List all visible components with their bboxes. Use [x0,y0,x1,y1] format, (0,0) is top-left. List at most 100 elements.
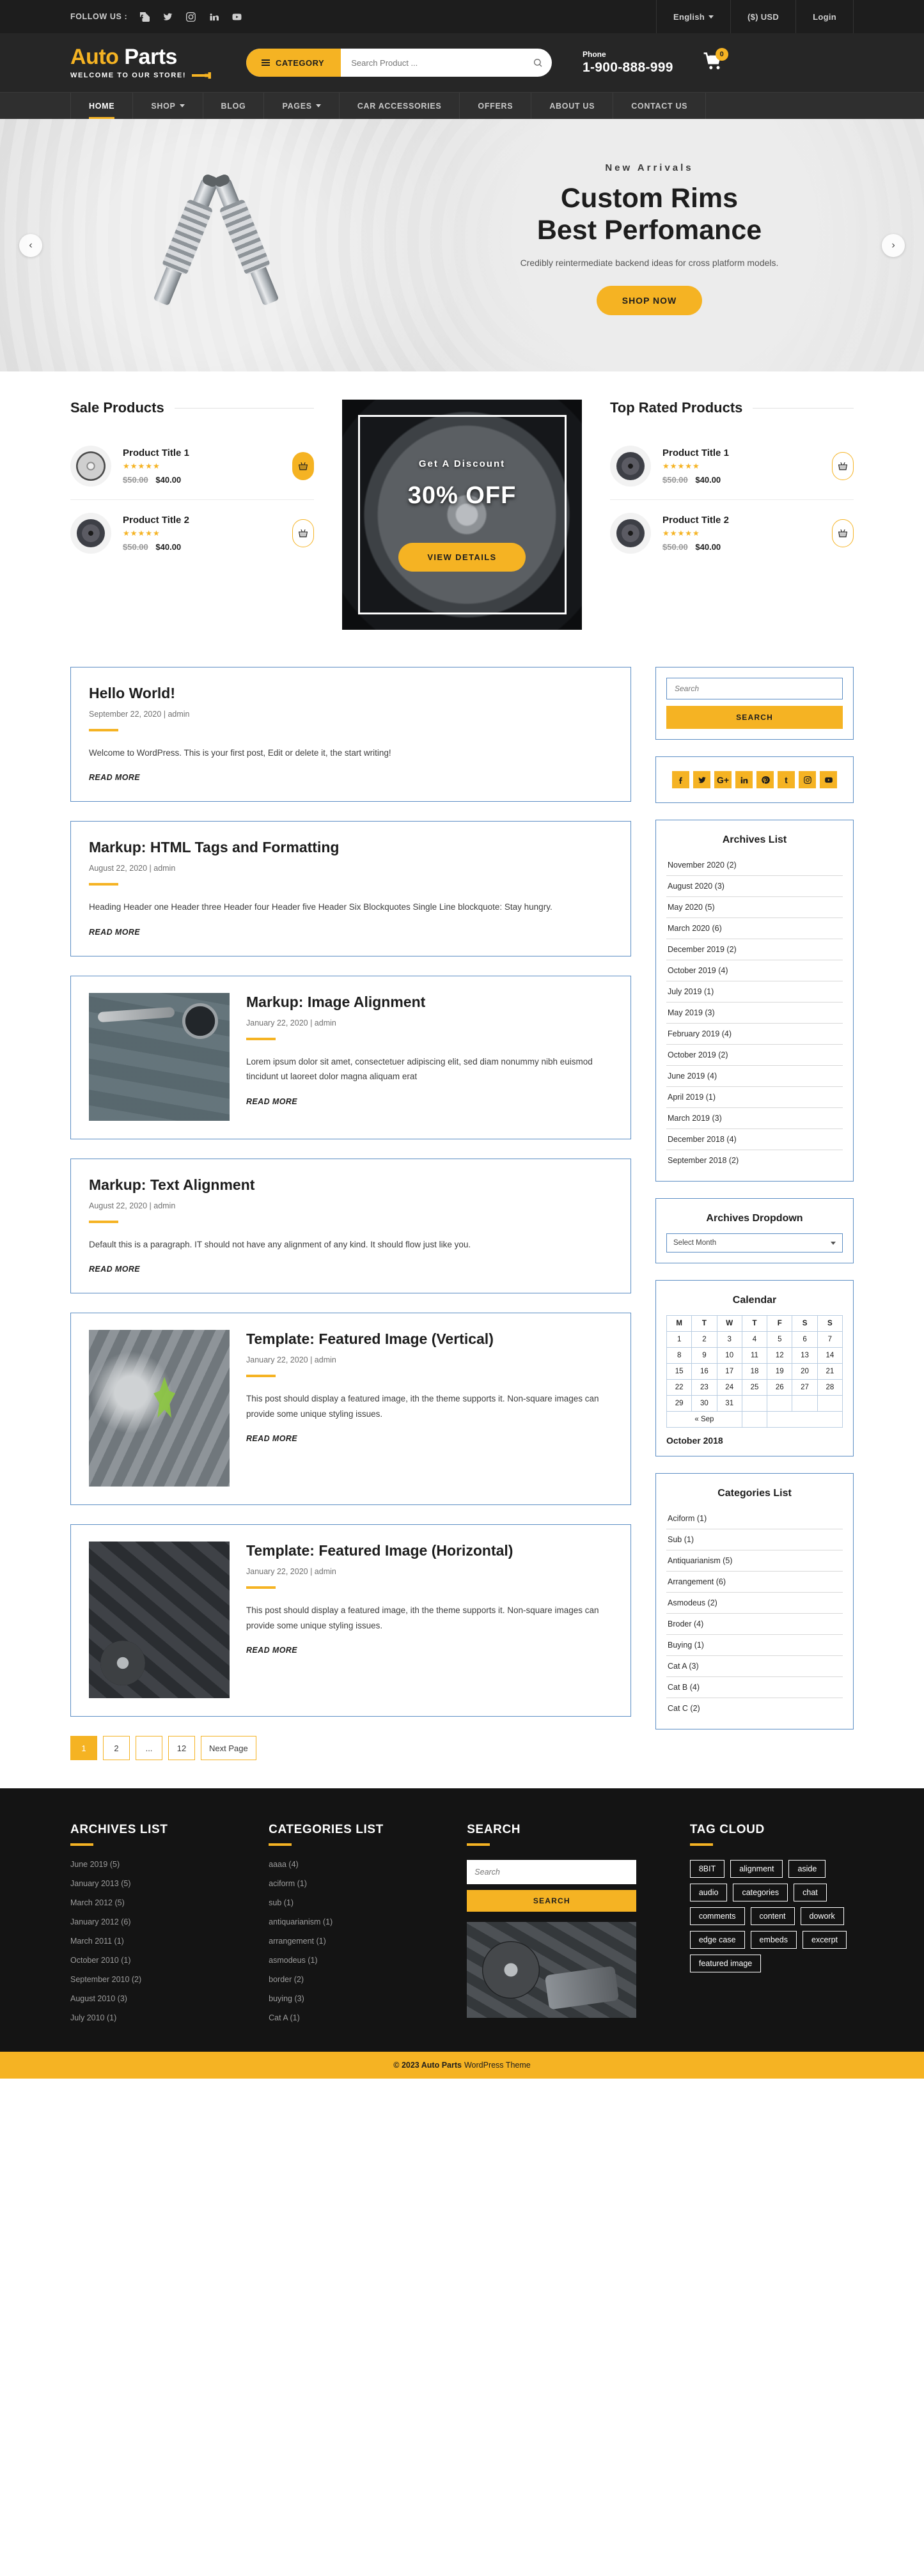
tag-item[interactable]: featured image [689,1955,762,1973]
calendar-day[interactable]: 8 [666,1347,693,1364]
post-title[interactable]: Template: Featured Image (Horizontal) [246,1542,613,1560]
footer-archive-item[interactable]: January 2012 (6) [70,1917,234,1926]
tag-item[interactable]: embeds [750,1931,797,1949]
cart-button[interactable]: 0 [703,47,728,74]
category-item[interactable]: Cat C (2) [666,1698,843,1719]
footer-category-item[interactable]: border (2) [269,1975,432,1984]
category-item[interactable]: Buying (1) [666,1635,843,1656]
tag-item[interactable]: chat [794,1884,827,1902]
calendar-day[interactable]: 1 [666,1331,693,1348]
tag-item[interactable]: categories [733,1884,788,1902]
youtube-icon[interactable] [820,771,837,788]
calendar-day[interactable]: 28 [817,1379,843,1396]
footer-archive-item[interactable]: March 2011 (1) [70,1937,234,1946]
tag-item[interactable]: content [750,1907,795,1926]
calendar-day[interactable]: 17 [716,1363,742,1380]
footer-archive-item[interactable]: June 2019 (5) [70,1860,234,1869]
nav-item-home[interactable]: HOME [70,93,134,119]
tag-item[interactable]: excerpt [803,1931,847,1949]
calendar-day[interactable]: 13 [792,1347,818,1364]
calendar-day[interactable]: 2 [691,1331,717,1348]
nav-item-about-us[interactable]: ABOUT US [531,93,614,119]
product-row[interactable]: Product Title 1 ★★★★★ $50.00 $40.00 [70,433,314,500]
archive-item[interactable]: May 2019 (3) [666,1003,843,1024]
instagram-icon[interactable] [799,771,816,788]
post-title[interactable]: Markup: Image Alignment [246,993,613,1011]
calendar-day[interactable]: 18 [741,1363,768,1380]
archive-item[interactable]: August 2020 (3) [666,876,843,897]
category-item[interactable]: Cat B (4) [666,1677,843,1698]
post-featured-image[interactable] [89,1330,230,1487]
read-more-link[interactable]: READ MORE [89,1265,140,1274]
tag-item[interactable]: aside [788,1860,826,1878]
facebook-icon[interactable] [139,11,150,22]
footer-archive-item[interactable]: July 2010 (1) [70,2013,234,2022]
pagination-page-12[interactable]: 12 [168,1736,195,1761]
calendar-day[interactable]: 23 [691,1379,717,1396]
calendar-day[interactable]: 29 [666,1395,693,1412]
archive-item[interactable]: November 2020 (2) [666,855,843,876]
calendar-day[interactable]: 11 [741,1347,768,1364]
linkedin-icon[interactable] [735,771,753,788]
calendar-day[interactable]: 7 [817,1331,843,1348]
sidebar-search-input[interactable] [675,684,834,693]
category-item[interactable]: Antiquarianism (5) [666,1550,843,1572]
hero-prev-arrow[interactable]: ‹ [19,233,42,257]
tumblr-icon[interactable]: t [778,771,795,788]
add-to-cart-button[interactable] [292,519,314,547]
archive-item[interactable]: June 2019 (4) [666,1066,843,1087]
calendar-day[interactable]: 14 [817,1347,843,1364]
tag-item[interactable]: 8BIT [689,1860,725,1878]
search-input[interactable] [351,58,519,68]
calendar-day[interactable]: 31 [716,1395,742,1412]
post-title[interactable]: Markup: HTML Tags and Formatting [89,838,613,857]
calendar-day[interactable]: 27 [792,1379,818,1396]
nav-item-car-accessories[interactable]: CAR ACCESSORIES [340,93,460,119]
tag-item[interactable]: audio [689,1884,728,1902]
category-item[interactable]: Broder (4) [666,1614,843,1635]
calendar-day[interactable]: 15 [666,1363,693,1380]
youtube-icon[interactable] [231,11,242,22]
read-more-link[interactable]: READ MORE [89,928,140,937]
calendar-day[interactable]: 25 [741,1379,768,1396]
add-to-cart-button[interactable] [832,519,854,547]
search-submit-button[interactable] [524,49,552,77]
footer-category-item[interactable]: Cat A (1) [269,2013,432,2022]
product-row[interactable]: Product Title 2 ★★★★★ $50.00 $40.00 [70,500,314,566]
read-more-link[interactable]: READ MORE [246,1434,297,1443]
footer-archive-item[interactable]: March 2012 (5) [70,1898,234,1907]
post-title[interactable]: Template: Featured Image (Vertical) [246,1330,613,1348]
sidebar-search-button[interactable]: SEARCH [666,706,843,729]
tag-item[interactable]: edge case [689,1931,745,1949]
calendar-day[interactable]: 20 [792,1363,818,1380]
category-item[interactable]: Sub (1) [666,1529,843,1550]
facebook-icon[interactable] [672,771,689,788]
footer-category-item[interactable]: aaaa (4) [269,1860,432,1869]
calendar-day[interactable]: 5 [767,1331,793,1348]
phone-number[interactable]: 1-900-888-999 [583,60,673,75]
twitter-icon[interactable] [693,771,710,788]
read-more-link[interactable]: READ MORE [246,1097,297,1106]
product-row[interactable]: Product Title 2 ★★★★★ $50.00 $40.00 [610,500,854,566]
nav-item-blog[interactable]: BLOG [203,93,265,119]
nav-item-shop[interactable]: SHOP [133,93,203,119]
nav-item-contact-us[interactable]: CONTACT US [613,93,707,119]
calendar-prev-link[interactable]: « Sep [666,1411,742,1428]
footer-category-item[interactable]: antiquarianism (1) [269,1917,432,1926]
calendar-day[interactable]: 19 [767,1363,793,1380]
category-item[interactable]: Aciform (1) [666,1508,843,1529]
category-item[interactable]: Asmodeus (2) [666,1593,843,1614]
pagination-next-page[interactable]: Next Page [201,1736,256,1761]
archive-item[interactable]: March 2019 (3) [666,1108,843,1129]
pagination-page-2[interactable]: 2 [103,1736,130,1761]
calendar-day[interactable]: 10 [716,1347,742,1364]
hero-next-arrow[interactable]: › [882,233,905,257]
archives-dropdown-select[interactable]: Select Month [666,1233,843,1253]
add-to-cart-button[interactable] [832,452,854,480]
calendar-day[interactable]: 16 [691,1363,717,1380]
promo-view-details-button[interactable]: VIEW DETAILS [398,542,526,572]
footer-search-button[interactable]: SEARCH [467,1890,637,1912]
calendar-day[interactable]: 26 [767,1379,793,1396]
pagination-page-1[interactable]: 1 [70,1736,97,1761]
instagram-icon[interactable] [185,11,196,22]
